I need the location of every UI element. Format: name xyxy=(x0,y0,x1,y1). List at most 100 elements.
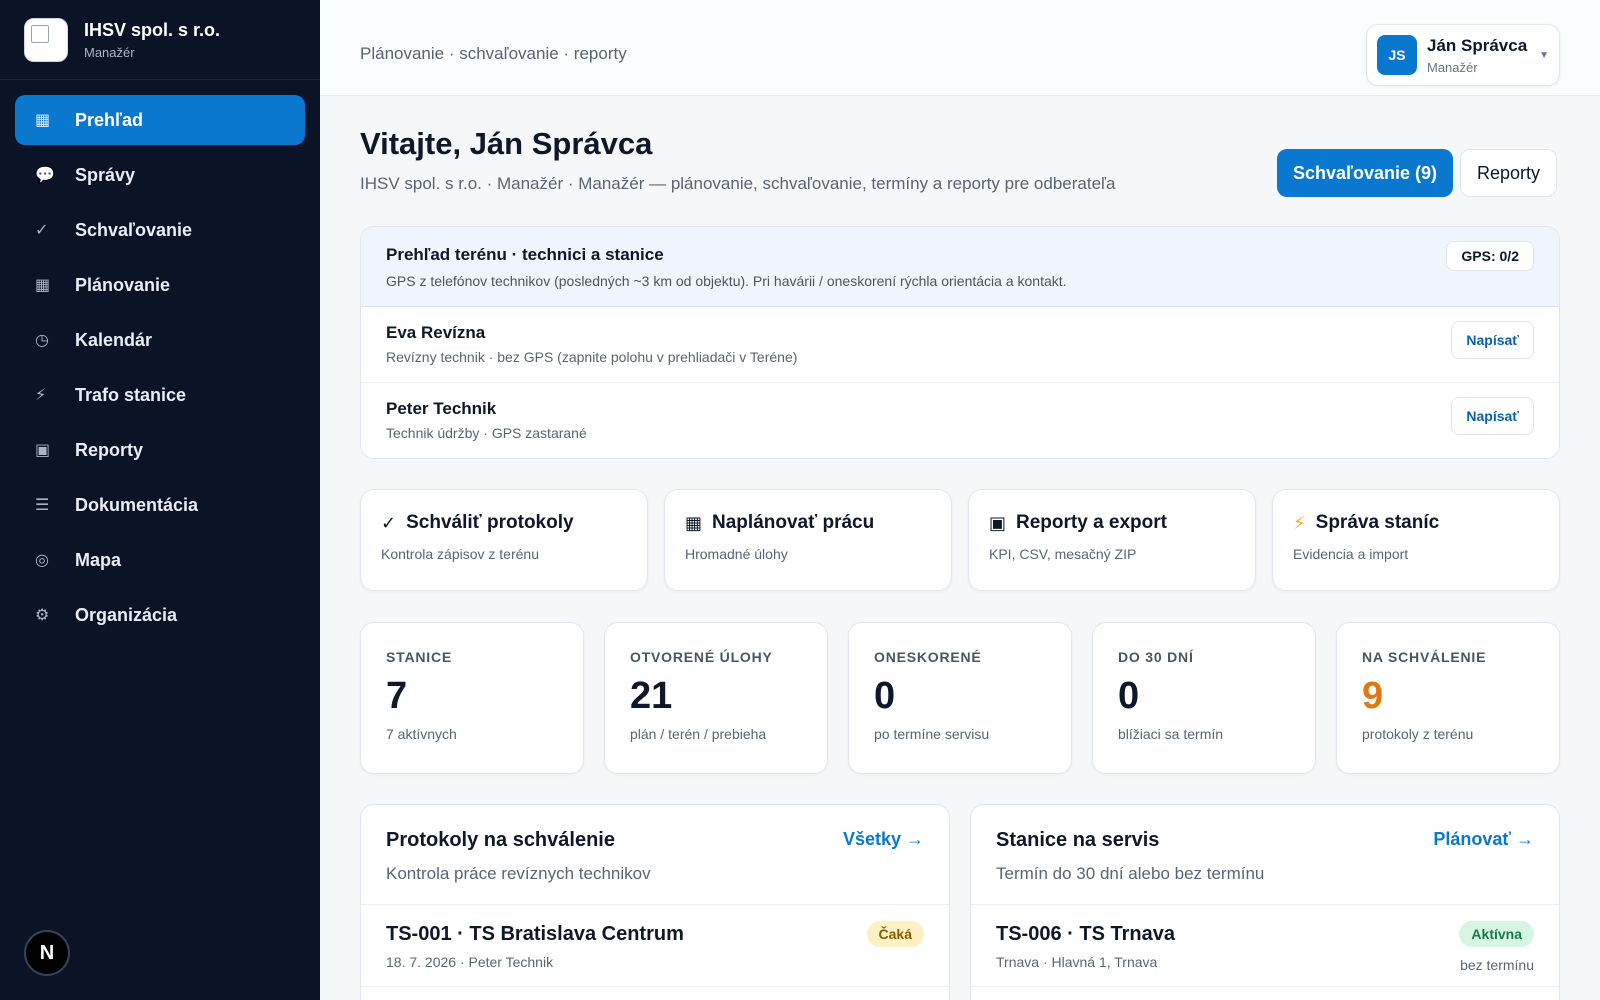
action-approve-protocols[interactable]: ✓ Schváliť protokoly Kontrola zápisov z t… xyxy=(360,489,648,591)
quick-actions: ✓ Schváliť protokoly Kontrola zápisov z t… xyxy=(360,489,1560,591)
stat-sub: po termíne servisu xyxy=(874,726,990,742)
technician-name: Eva Revízna xyxy=(386,323,486,342)
sidebar-item-planovanie[interactable]: ▦ Plánovanie xyxy=(15,260,305,310)
plan-link[interactable]: Plánovať → xyxy=(1433,829,1534,850)
sidebar-item-label: Mapa xyxy=(75,549,122,570)
chevron-down-icon: ▼ xyxy=(1539,49,1549,61)
action-description: KPI, CSV, mesačný ZIP xyxy=(989,546,1137,562)
terrain-description: GPS z telefónov technikov (posledných ~3… xyxy=(386,273,1067,289)
technician-row: Eva Revízna Revízny technik · bez GPS (z… xyxy=(361,307,1559,383)
sidebar-item-label: Prehľad xyxy=(75,109,143,130)
stat-value: 0 xyxy=(874,675,896,717)
bolt-icon: ⚡ xyxy=(35,387,47,404)
grid-icon: ▦ xyxy=(35,277,51,294)
report-icon: ▣ xyxy=(989,512,1007,533)
technician-name: Peter Technik xyxy=(386,399,497,418)
panel-subtitle: Kontrola práce revíznych technikov xyxy=(386,864,651,883)
sidebar-item-label: Dokumentácia xyxy=(75,494,199,515)
stations-panel: Stanice na servis Termín do 30 dní alebo… xyxy=(970,804,1560,1000)
station-note: bez termínu xyxy=(1460,957,1534,973)
action-description: Hromadné úlohy xyxy=(685,546,788,562)
action-plan-work[interactable]: ▦ Naplánovať prácu Hromadné úlohy xyxy=(664,489,952,591)
sidebar-item-mapa[interactable]: ◎ Mapa xyxy=(15,535,305,585)
stat-value: 0 xyxy=(1118,675,1140,717)
check-icon: ✓ xyxy=(381,512,397,533)
action-description: Evidencia a import xyxy=(1293,546,1409,562)
page-subtitle: IHSV spol. s r.o. · Manažér · Manažér — … xyxy=(360,174,1116,193)
grid-icon: ▦ xyxy=(685,512,703,533)
view-all-link[interactable]: Všetky → xyxy=(843,829,924,850)
sidebar-item-schvalovanie[interactable]: ✓ Schvaľovanie xyxy=(15,205,305,255)
stat-label: OTVORENÉ ÚLOHY xyxy=(630,649,773,665)
action-title: Reporty a export xyxy=(1016,512,1167,533)
sidebar-item-trafo-stanice[interactable]: ⚡ Trafo stanice xyxy=(15,370,305,420)
stat-label: DO 30 DNÍ xyxy=(1118,649,1194,665)
user-menu[interactable]: JS Ján Správca Manažér ▼ xyxy=(1366,24,1560,86)
action-description: Kontrola zápisov z terénu xyxy=(381,546,539,562)
clock-icon: ◷ xyxy=(35,332,49,349)
status-badge: Aktívna xyxy=(1459,921,1534,947)
stat-sub: 7 aktívnych xyxy=(386,726,457,742)
list-item[interactable]: TS-001 · TS Bratislava Centrum 18. 7. 20… xyxy=(361,905,949,987)
main-content: Plánovanie · schvaľovanie · reporty JS J… xyxy=(320,0,1600,1000)
stat-overdue: ONESKORENÉ 0 po termíne servisu xyxy=(848,622,1072,774)
sidebar-item-dokumentacia[interactable]: ☰ Dokumentácia xyxy=(15,480,305,530)
station-title: TS-006 · TS Trnava xyxy=(996,923,1175,945)
sidebar-item-label: Kalendár xyxy=(75,329,153,350)
sidebar-item-label: Trafo stanice xyxy=(75,384,187,405)
list-icon: ☰ xyxy=(35,497,50,514)
approval-button[interactable]: Schvaľovanie (9) xyxy=(1277,149,1453,197)
sidebar-item-organizacia[interactable]: ⚙ Organizácia xyxy=(15,590,305,640)
sidebar-item-kalendar[interactable]: ◷ Kalendár xyxy=(15,315,305,365)
topbar: Plánovanie · schvaľovanie · reporty JS J… xyxy=(320,0,1600,96)
sidebar-item-reporty[interactable]: ▣ Reporty xyxy=(15,425,305,475)
stat-label: ONESKORENÉ xyxy=(874,649,982,665)
station-meta: Trnava · Hlavná 1, Trnava xyxy=(996,954,1158,970)
action-reports-export[interactable]: ▣ Reporty a export KPI, CSV, mesačný ZIP xyxy=(968,489,1256,591)
check-icon: ✓ xyxy=(35,222,49,239)
stat-sub: protokoly z terénu xyxy=(1362,726,1474,742)
stat-for-approval: NA SCHVÁLENIE 9 protokoly z terénu xyxy=(1336,622,1560,774)
protocol-meta: 18. 7. 2026 · Peter Technik xyxy=(386,954,554,970)
list-item[interactable]: TS-006 · TS Trnava Trnava · Hlavná 1, Tr… xyxy=(971,905,1559,987)
technician-meta: Technik údržby · GPS zastarané xyxy=(386,425,587,441)
stat-stations: STANICE 7 7 aktívnych xyxy=(360,622,584,774)
protocol-title: TS-001 · TS Bratislava Centrum xyxy=(386,923,684,945)
sidebar-item-prehlad[interactable]: ▦ Prehľad xyxy=(15,95,305,145)
brand: IHSV spol. s r.o. Manažér xyxy=(0,0,320,80)
stat-open-tasks: OTVORENÉ ÚLOHY 21 plán / terén / prebieh… xyxy=(604,622,828,774)
sidebar-item-spravy[interactable]: 💬 Správy xyxy=(15,150,305,200)
page-title: Vitajte, Ján Správca xyxy=(360,126,653,161)
panel-subtitle: Termín do 30 dní alebo bez termínu xyxy=(996,864,1265,883)
sidebar-item-label: Reporty xyxy=(75,439,144,460)
sidebar-item-label: Organizácia xyxy=(75,604,178,625)
user-avatar: JS xyxy=(1377,35,1417,75)
user-role: Manažér xyxy=(1427,59,1478,75)
stat-value: 7 xyxy=(386,675,408,717)
company-name: IHSV spol. s r.o. xyxy=(84,19,221,40)
stat-sub: plán / terén / prebieha xyxy=(630,726,767,742)
dashboard-icon: ▦ xyxy=(35,112,51,129)
report-icon: ▣ xyxy=(35,442,51,459)
reports-button[interactable]: Reporty xyxy=(1460,149,1558,197)
action-title: Naplánovať prácu xyxy=(712,512,875,533)
chat-icon: 💬 xyxy=(35,167,55,184)
stat-value: 9 xyxy=(1362,675,1384,717)
action-title: Správa staníc xyxy=(1315,512,1440,533)
terrain-title: Prehľad terénu · technici a stanice xyxy=(386,245,664,264)
map-pin-icon: ◎ xyxy=(35,552,49,569)
company-logo xyxy=(24,17,68,62)
company-role: Manažér xyxy=(84,44,135,60)
sidebar-item-label: Plánovanie xyxy=(75,274,171,295)
sidebar: IHSV spol. s r.o. Manažér ▦ Prehľad 💬 Sp… xyxy=(0,0,320,1000)
stat-value: 21 xyxy=(630,675,673,717)
footer-avatar[interactable]: N xyxy=(24,930,70,976)
write-message-button[interactable]: Napísať xyxy=(1451,397,1534,435)
write-message-button[interactable]: Napísať xyxy=(1451,321,1534,359)
gps-badge: GPS: 0/2 xyxy=(1446,241,1534,271)
sidebar-item-label: Správy xyxy=(75,164,136,185)
technician-meta: Revízny technik · bez GPS (zapnite poloh… xyxy=(386,349,798,365)
stat-label: NA SCHVÁLENIE xyxy=(1362,649,1487,665)
breadcrumb: Plánovanie · schvaľovanie · reporty xyxy=(360,44,627,63)
action-manage-stations[interactable]: ⚡ Správa staníc Evidencia a import xyxy=(1272,489,1560,591)
